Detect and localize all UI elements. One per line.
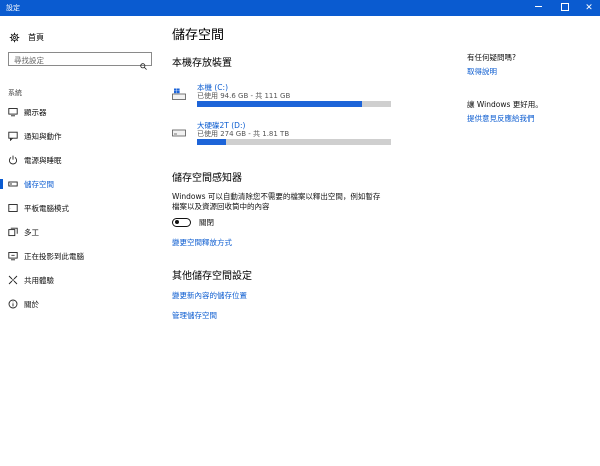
home-link[interactable]: 首頁 <box>8 30 44 44</box>
minimize-icon <box>534 6 542 7</box>
storage-sense-heading: 儲存空間感知器 <box>172 173 242 184</box>
close-button[interactable]: ✕ <box>578 0 600 16</box>
question-heading: 有任何疑問嗎? <box>467 53 516 62</box>
sidebar-item-power[interactable]: 電源與睡眠 <box>0 152 160 168</box>
get-help-link[interactable]: 取得說明 <box>467 66 497 77</box>
local-storage-heading: 本機存放裝置 <box>172 58 232 69</box>
sidebar-item-tablet-mode[interactable]: 平板電腦模式 <box>0 200 160 216</box>
toggle-state-label: 關閉 <box>199 217 214 227</box>
multitasking-icon <box>8 227 18 237</box>
shared-experience-icon <box>8 275 18 285</box>
search-input[interactable]: 尋找設定 <box>8 52 152 70</box>
improve-heading: 讓 Windows 更好用。 <box>467 100 543 109</box>
section-label-system: 系統 <box>8 89 22 97</box>
sidebar-item-label: 電源與睡眠 <box>24 155 62 165</box>
monitor-icon <box>8 107 18 117</box>
drive-usage-bar <box>197 139 391 145</box>
storage-sense-toggle[interactable] <box>172 217 191 227</box>
storage-icon <box>8 179 18 189</box>
drive-d[interactable]: 大硬碟2T (D:) 已使用 274 GB - 共 1.81 TB <box>172 120 392 148</box>
drive-c[interactable]: 本機 (C:) 已使用 94.6 GB - 共 111 GB <box>172 82 392 110</box>
minimize-button[interactable] <box>527 0 549 16</box>
more-storage-heading: 其他儲存空間設定 <box>172 271 252 282</box>
sidebar-item-multitasking[interactable]: 多工 <box>0 224 160 240</box>
maximize-icon <box>561 2 569 11</box>
change-save-location-link[interactable]: 變更新內容的儲存位置 <box>172 290 247 301</box>
drive-usage-fill <box>197 101 363 107</box>
search-placeholder: 尋找設定 <box>14 56 44 65</box>
info-icon <box>8 299 18 309</box>
drive-usage: 已使用 274 GB - 共 1.81 TB <box>197 130 290 138</box>
search-icon <box>140 55 147 70</box>
main-content: 儲存空間 本機存放裝置 本機 (C:) 已使用 94.6 GB - 共 111 … <box>160 16 440 466</box>
windows-drive-icon <box>172 86 186 100</box>
window-title: 設定 <box>6 4 20 12</box>
tablet-icon <box>8 203 18 213</box>
projecting-icon <box>8 251 18 261</box>
change-free-space-link[interactable]: 變更空間釋放方式 <box>172 237 232 248</box>
notification-icon <box>8 131 18 141</box>
page-title: 儲存空間 <box>172 28 225 43</box>
sidebar-item-label: 平板電腦模式 <box>24 203 69 213</box>
drive-usage: 已使用 94.6 GB - 共 111 GB <box>197 92 291 100</box>
title-bar: 設定 ✕ <box>0 0 600 16</box>
sidebar-item-label: 關於 <box>24 299 39 309</box>
storage-sense-toggle-row: 關閉 <box>172 216 214 228</box>
give-feedback-link[interactable]: 提供意見反應給我們 <box>467 113 535 124</box>
toggle-knob <box>175 219 179 224</box>
sidebar-item-label: 顯示器 <box>24 107 47 117</box>
drive-icon <box>172 124 186 137</box>
sidebar-item-label: 共用體驗 <box>24 275 54 285</box>
sidebar-item-shared-experiences[interactable]: 共用體驗 <box>0 272 160 288</box>
sidebar-item-label: 正在投影到此電腦 <box>24 251 84 261</box>
power-icon <box>8 155 18 165</box>
close-icon: ✕ <box>585 3 593 13</box>
sidebar-item-label: 多工 <box>24 227 39 237</box>
drive-usage-bar <box>197 101 391 107</box>
right-panel: 有任何疑問嗎? 取得說明 讓 Windows 更好用。 提供意見反應給我們 <box>467 16 600 466</box>
sidebar-item-label: 通知與動作 <box>24 131 62 141</box>
storage-sense-description: Windows 可以自動清除您不需要的檔案以釋出空間，例如暫存檔案以及資源回收筒… <box>172 192 381 211</box>
sidebar-item-storage[interactable]: 儲存空間 <box>0 176 160 192</box>
gear-icon <box>8 31 20 43</box>
drive-usage-fill <box>197 139 226 145</box>
manage-storage-spaces-link[interactable]: 管理儲存空間 <box>172 310 217 321</box>
sidebar-item-label: 儲存空間 <box>24 179 54 189</box>
sidebar-item-display[interactable]: 顯示器 <box>0 104 160 120</box>
sidebar-item-about[interactable]: 關於 <box>0 296 160 312</box>
sidebar-item-notifications[interactable]: 通知與動作 <box>0 128 160 144</box>
home-label: 首頁 <box>28 32 44 42</box>
sidebar: 首頁 尋找設定 系統 顯示器 通知與動作 電源與睡眠 儲存空間 平板電腦模式 多… <box>0 16 160 466</box>
maximize-button[interactable] <box>554 0 576 16</box>
sidebar-item-projecting[interactable]: 正在投影到此電腦 <box>0 248 160 264</box>
